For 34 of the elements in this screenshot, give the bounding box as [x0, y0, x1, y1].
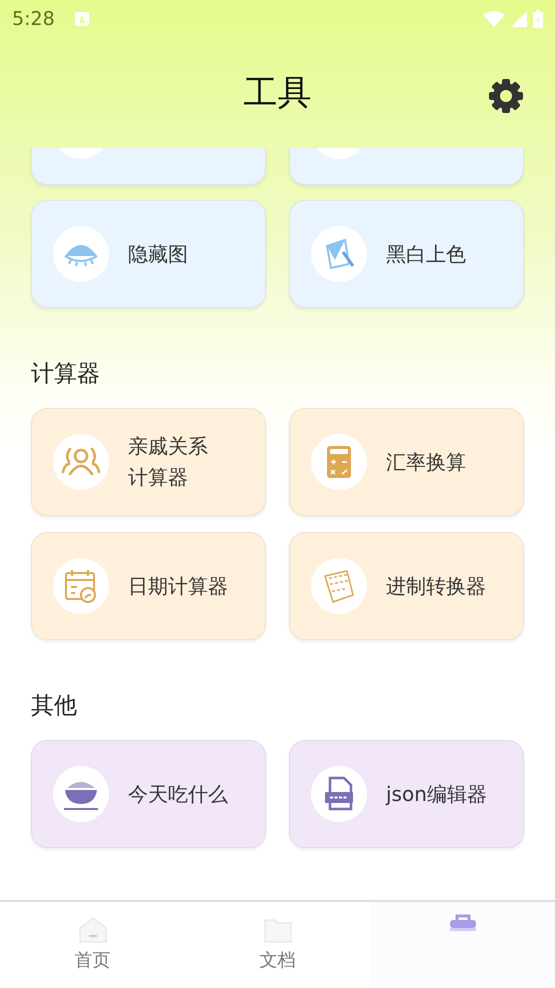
nav-tab[interactable]: 文档 — [185, 902, 370, 988]
tool-label: 隐藏图 — [128, 240, 188, 268]
tool-label: 黑白上色 — [386, 240, 466, 268]
people-icon — [53, 434, 109, 490]
tool-label: 今天吃什么 — [128, 780, 228, 808]
json-icon — [311, 766, 367, 822]
tool-label: 日期计算器 — [128, 572, 228, 600]
tool-card[interactable]: 今天吃什么 — [31, 740, 266, 848]
page-title: 工具 — [244, 72, 312, 115]
calculator-icon — [311, 434, 367, 490]
tool-card[interactable]: 黑白上色 — [289, 200, 524, 308]
eye-icon — [53, 226, 109, 282]
calendar-icon — [53, 558, 109, 614]
paint-icon — [311, 226, 367, 282]
tool-card[interactable]: 汇率换算 — [289, 408, 524, 516]
tool-card[interactable]: 隐藏图 — [31, 200, 266, 308]
notification-icon — [74, 12, 89, 26]
signal-icon — [511, 11, 527, 27]
tool-card[interactable]: json编辑器 — [289, 740, 524, 848]
tool-card[interactable]: 日期计算器 — [31, 532, 266, 640]
tool-card[interactable]: 进制转换器 — [289, 532, 524, 640]
tool-label: 进制转换器 — [386, 572, 486, 600]
tool-label: 亲戚关系 计算器 — [128, 433, 208, 491]
section-title: 计算器 — [31, 360, 101, 389]
section-title: 其他 — [31, 692, 78, 721]
bowl-icon — [53, 766, 109, 822]
tool-label: json编辑器 — [386, 780, 487, 808]
tool-label: 汇率换算 — [386, 448, 466, 476]
nav-tab[interactable]: 首页 — [0, 902, 185, 988]
battery-icon — [533, 10, 543, 28]
tool-card[interactable]: 亲戚关系 计算器 — [31, 408, 266, 516]
settings-icon[interactable] — [488, 78, 524, 114]
status-time: 5:28 — [12, 8, 55, 30]
wifi-icon — [483, 11, 505, 27]
